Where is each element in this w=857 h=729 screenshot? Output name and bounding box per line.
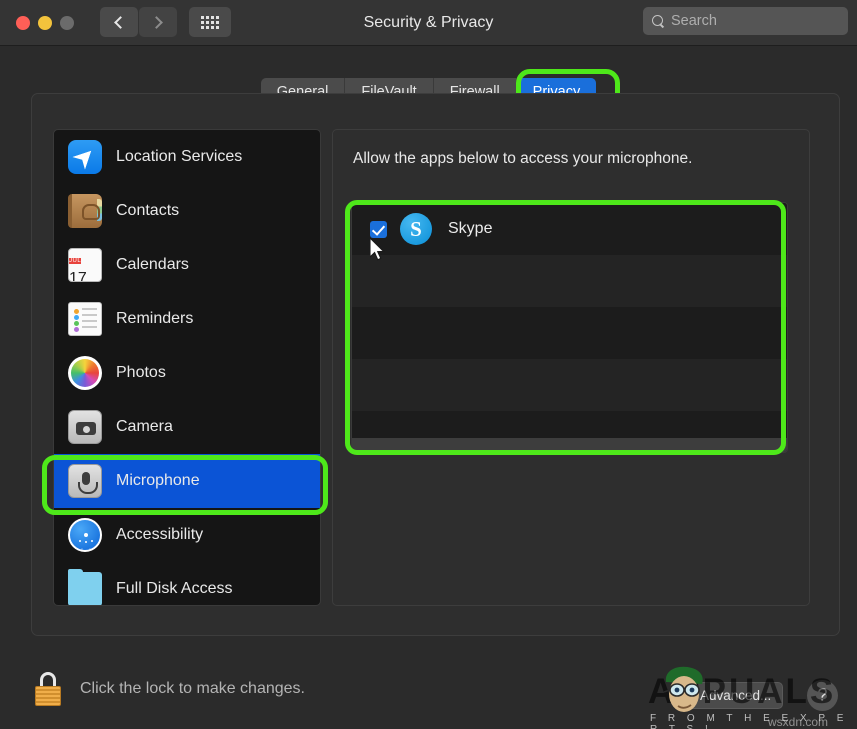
sidebar-item-reminders[interactable]: Reminders [54, 292, 320, 346]
advanced-button[interactable]: Advanced... [688, 682, 784, 709]
camera-icon [68, 410, 102, 444]
sidebar-item-label: Location Services [116, 148, 243, 165]
mouse-cursor [370, 238, 385, 261]
sidebar-item-label: Contacts [116, 202, 180, 219]
sidebar-item-label: Accessibility [116, 526, 204, 543]
sidebar-item-microphone[interactable]: Microphone [54, 454, 320, 508]
privacy-category-list[interactable]: Location Services Contacts JUL 17 Calend… [53, 129, 321, 606]
app-list-row-empty [352, 307, 787, 359]
app-name-label: Skype [448, 220, 493, 237]
search-field[interactable]: Search [643, 7, 848, 35]
sidebar-item-contacts[interactable]: Contacts [54, 184, 320, 238]
reminders-list-icon [68, 302, 102, 336]
sidebar-item-full-disk-access[interactable]: Full Disk Access [54, 562, 320, 605]
search-placeholder: Search [671, 13, 717, 29]
sidebar-item-accessibility[interactable]: Accessibility [54, 508, 320, 562]
calendar-icon: JUL 17 [68, 248, 102, 282]
sidebar-item-label: Camera [116, 418, 173, 435]
app-list-row-empty [352, 255, 787, 307]
calendar-month-label: JUL [69, 258, 82, 264]
skype-icon: S [400, 213, 432, 245]
search-icon [652, 14, 665, 28]
lock-row[interactable]: Click the lock to make changes. [34, 672, 305, 706]
sidebar-item-label: Reminders [116, 310, 194, 327]
calendar-day-label: 17 [69, 270, 87, 282]
app-list-row-empty [352, 359, 787, 411]
permission-description: Allow the apps below to access your micr… [353, 150, 693, 167]
sidebar-item-label: Calendars [116, 256, 189, 273]
app-list-footer-bar [352, 438, 787, 452]
sidebar-item-camera[interactable]: Camera [54, 400, 320, 454]
location-arrow-icon [68, 140, 102, 174]
app-permission-checkbox[interactable] [370, 220, 387, 238]
help-button[interactable]: ? [807, 680, 838, 711]
accessibility-icon [68, 518, 102, 552]
sidebar-item-location-services[interactable]: Location Services [54, 130, 320, 184]
microphone-icon [68, 464, 102, 498]
padlock-unlocked-icon[interactable] [34, 672, 62, 706]
watermark-tagline: F R O M T H E E X P E R T S ! [650, 713, 848, 729]
lock-hint-label: Click the lock to make changes. [80, 680, 305, 697]
permission-detail-pane: Allow the apps below to access your micr… [332, 129, 810, 606]
title-bar: Security & Privacy Search [0, 0, 857, 46]
contacts-book-icon [68, 194, 102, 228]
settings-panel: Location Services Contacts JUL 17 Calend… [31, 93, 840, 636]
sidebar-item-label: Full Disk Access [116, 580, 233, 597]
sidebar-item-calendars[interactable]: JUL 17 Calendars [54, 238, 320, 292]
sidebar-item-label: Microphone [116, 472, 200, 489]
photos-pinwheel-icon [68, 356, 102, 390]
sidebar-item-label: Photos [116, 364, 166, 381]
watermark-url: wsxdn.com [768, 715, 829, 729]
sidebar-item-photos[interactable]: Photos [54, 346, 320, 400]
folder-icon [68, 569, 102, 605]
allowed-apps-list[interactable]: S Skype [351, 202, 788, 453]
app-list-row[interactable]: S Skype [352, 203, 787, 255]
